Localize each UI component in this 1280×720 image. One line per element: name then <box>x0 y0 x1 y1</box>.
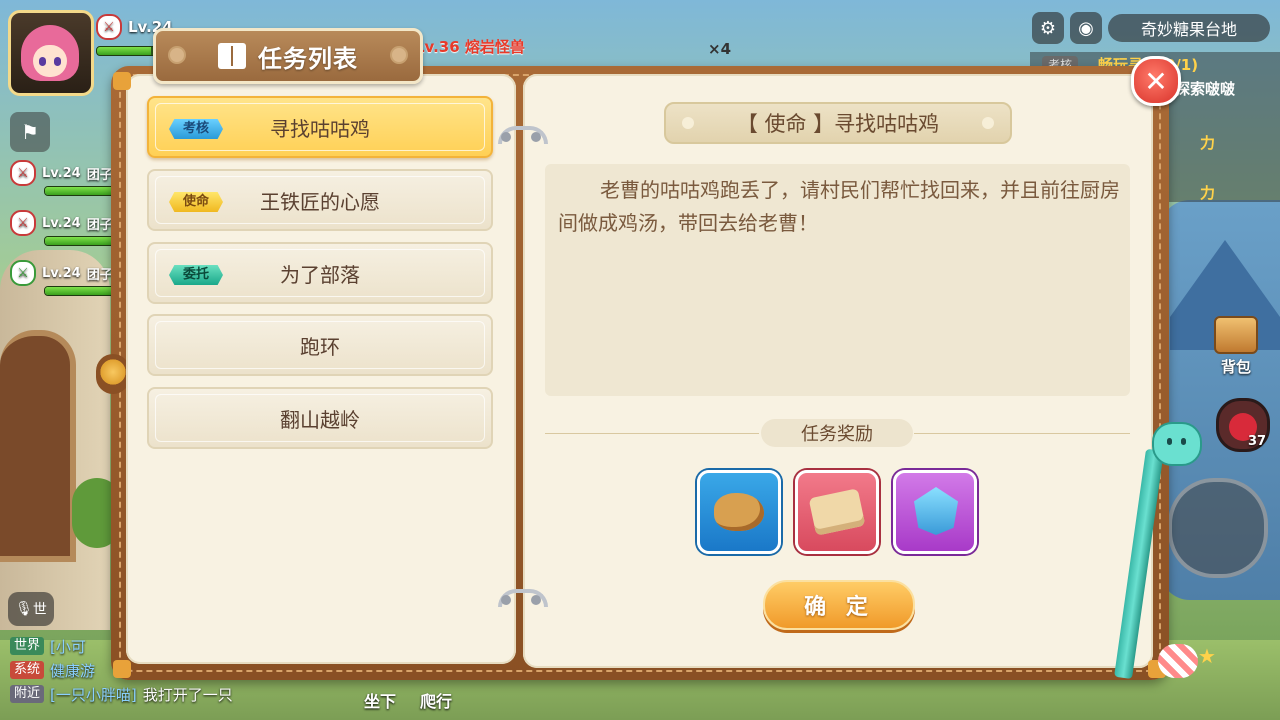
cloth-icon <box>808 488 866 536</box>
bag-button[interactable]: 背包 <box>1208 316 1264 378</box>
microphone-icon: 🎙 <box>15 601 33 617</box>
team-member-hp-bar <box>44 286 116 296</box>
page-corner <box>113 72 131 90</box>
quest-name: 翻山越岭 <box>280 407 360 432</box>
chat-sender[interactable]: [一只小胖喵] <box>50 684 137 705</box>
settings-button[interactable]: ⚙ <box>1032 12 1064 44</box>
pencil-head-decoration <box>1152 422 1202 466</box>
reward-item-2[interactable] <box>795 470 879 554</box>
quest-item-for-tribe[interactable]: 委托 为了部落 <box>147 242 493 304</box>
page-corner <box>113 660 131 678</box>
boss-name: Lv.36 熔岩怪兽 <box>415 38 525 56</box>
star-icon: ★ <box>1198 644 1216 668</box>
divider <box>545 433 759 434</box>
team-member-name: 团子 <box>86 217 113 233</box>
boss-count: ×4 <box>708 40 732 58</box>
camera-button[interactable]: ◉ <box>1070 12 1102 44</box>
background-door <box>0 330 76 562</box>
team-member-2[interactable]: ⚔ Lv.24 团子 <box>10 210 113 236</box>
quest-name: 寻找咕咕鸡 <box>270 116 370 141</box>
team-member-hp-bar <box>44 186 116 196</box>
voice-chat-button[interactable]: 🎙 世 <box>8 592 54 626</box>
sit-button[interactable]: 坐下 <box>364 688 396 712</box>
reward-item-3[interactable] <box>893 470 977 554</box>
attack-button[interactable] <box>1168 478 1268 578</box>
team-member-name: 团子 <box>86 167 113 183</box>
player-hp-bar <box>96 46 158 56</box>
confirm-button[interactable]: 确 定 <box>763 580 915 630</box>
sword-icon: ⚔ <box>10 160 36 186</box>
camera-icon: ◉ <box>1078 17 1094 39</box>
gear-icon: ⚙ <box>1039 17 1057 39</box>
bag-icon <box>1214 316 1258 354</box>
chat-line: 附近 [一只小胖喵] 我打开了一只 <box>10 682 310 706</box>
player-avatar[interactable] <box>8 10 94 96</box>
team-member-3[interactable]: ⚔ Lv.24 团子 <box>10 260 113 286</box>
chat-sender: 健康游 <box>50 661 96 680</box>
team-member-name: 团子 <box>86 267 113 283</box>
sword-icon: ⚔ <box>10 210 36 236</box>
quest-item-find-chicken[interactable]: 考核 寻找咕咕鸡 <box>147 96 493 158</box>
chat-channel: 系统 <box>10 661 45 679</box>
quest-item-loop-run[interactable]: 跑环 <box>147 314 493 376</box>
quest-detail-title-text: 【 使命 】寻找咕咕鸡 <box>736 112 940 136</box>
close-button[interactable]: ✕ <box>1131 56 1181 106</box>
team-member-level: Lv.24 <box>42 215 81 231</box>
chat-message: 我打开了一只 <box>142 685 233 704</box>
location-label: 奇妙糖果台地 <box>1108 14 1270 42</box>
quest-item-over-mountains[interactable]: 翻山越岭 <box>147 387 493 449</box>
cookie-icon <box>714 493 764 531</box>
mic-label: 世 <box>32 602 47 618</box>
quest-name: 王铁匠的心愿 <box>260 189 380 214</box>
book-icon <box>218 43 246 69</box>
quest-tracker-line: 力 <box>1200 134 1216 152</box>
panel-title: 任务列表 <box>258 44 358 73</box>
reward-label: 任务奖励 <box>761 419 913 447</box>
panel-title-tab: 任务列表 <box>153 28 423 84</box>
divider <box>914 433 1130 434</box>
chat-channel: 世界 <box>10 637 45 655</box>
quest-description: 老曹的咕咕鸡跑丢了，请村民们帮忙找回来，并且前往厨房间做成鸡汤，带回去给老曹！ <box>558 178 1120 235</box>
chat-sender[interactable]: [小可 <box>50 636 86 657</box>
crystal-icon <box>914 487 958 535</box>
quest-detail-title: 【 使命 】寻找咕咕鸡 <box>664 102 1012 144</box>
reward-item-1[interactable] <box>697 470 781 554</box>
team-member-1[interactable]: ⚔ Lv.24 团子 <box>10 160 113 186</box>
candy-decoration <box>1158 644 1198 678</box>
sword-icon: ⚔ <box>10 260 36 286</box>
flag-plus-button[interactable]: ⚑ <box>10 112 50 152</box>
close-icon: ✕ <box>1144 64 1168 98</box>
sword-icon: ⚔ <box>96 14 122 40</box>
quest-item-blacksmith-wish[interactable]: 使命 王铁匠的心愿 <box>147 169 493 231</box>
crawl-button[interactable]: 爬行 <box>420 688 452 712</box>
team-member-level: Lv.24 <box>42 165 81 181</box>
bag-label: 背包 <box>1220 358 1251 376</box>
chat-channel: 附近 <box>10 685 45 703</box>
quest-tracker-line: 力 <box>1200 184 1216 202</box>
team-member-hp-bar <box>44 236 116 246</box>
quest-name: 为了部落 <box>280 262 360 287</box>
team-member-level: Lv.24 <box>42 265 81 281</box>
book-tab-knob <box>96 354 130 394</box>
quest-name: 跑环 <box>300 334 340 359</box>
potion-count: 37 <box>1248 434 1267 449</box>
